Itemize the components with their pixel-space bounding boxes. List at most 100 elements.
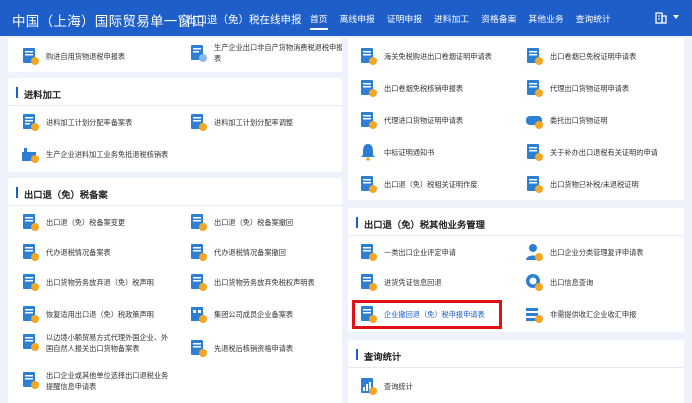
doc-return-icon: [191, 45, 207, 62]
service-label: 代理出口货物证明申请表: [550, 83, 630, 93]
service-label: 先退税后核销资格申请表: [214, 343, 294, 353]
service-item[interactable]: 以边境小额贸易方式代理外国企业、外 国自然人报关出口货物备案表: [20, 332, 168, 354]
doc-edit-icon: [23, 214, 39, 231]
service-label: 生产企业进料加工业务免抵退税核销表: [46, 149, 169, 159]
service-label: 代办退税情况备案撤回: [214, 247, 286, 257]
service-label: 进货凭证信息回退: [384, 277, 442, 287]
nav-processing[interactable]: 进料加工: [434, 0, 469, 36]
doc-cigarette-icon: [361, 48, 377, 65]
nav-other[interactable]: 其他业务: [528, 0, 563, 36]
search-icon: [526, 274, 543, 291]
service-item[interactable]: 查询统计: [358, 376, 413, 396]
service-item[interactable]: 中标证明通知书: [358, 142, 434, 162]
service-label: 出口卷烟已免税证明申请表: [550, 51, 637, 61]
service-label: 出口信息查询: [550, 277, 594, 287]
factory-icon: [22, 148, 39, 163]
nav-query[interactable]: 查询统计: [576, 0, 611, 36]
top-bar: 中国（上海）国际贸易单一窗口 出口退（免）税在线申报 首页 离线申报 证明申报 …: [0, 0, 692, 36]
service-item[interactable]: 集团公司成员企业备案表: [188, 304, 293, 324]
service-label: 代办退税情况备案表: [46, 247, 111, 257]
service-label: 出口卷烟免税核销申报表: [384, 83, 464, 93]
service-item[interactable]: 购进自用货物退税申报表: [20, 46, 125, 66]
doc-adjust-icon: [191, 114, 207, 131]
service-item[interactable]: 一类出口企业评定申请: [358, 242, 456, 262]
service-item[interactable]: 代办退税情况备案表: [20, 242, 111, 262]
service-label: 恢复适用出口退（免）税政策声明: [46, 309, 154, 319]
service-label: 生产企业出口非自产货物消费税退税申报表: [214, 43, 342, 63]
service-item[interactable]: 先退税后核销资格申请表: [188, 338, 293, 358]
doc-rollback-icon: [361, 274, 377, 291]
building-icon: [655, 12, 667, 24]
service-item[interactable]: 海关免税购进出口卷烟证明申请表: [358, 46, 492, 66]
doc-border-trade-icon: [23, 334, 39, 351]
section-title: 进料加工: [8, 78, 342, 106]
service-item[interactable]: 出口货物劳务放弃退（免）税声明: [20, 272, 154, 292]
service-item[interactable]: 进料加工计划分配率调整: [188, 112, 293, 132]
filing-panel: 出口退（免）税备案 出口退（免）税备案变更 出口退（免）税备案撤回 代办退税情况…: [8, 178, 342, 403]
service-label: 委托出口货物证明: [550, 115, 608, 125]
left-top-panel: 购进自用货物退税申报表 生产企业出口非自产货物消费税退税申报表: [8, 38, 342, 72]
service-item[interactable]: 出口货物已补税/未退税证明: [524, 174, 639, 194]
service-label: 出口退（免）税备案撤回: [214, 217, 294, 227]
service-label: 出口货物已补税/未退税证明: [550, 179, 639, 189]
doc-void-icon: [361, 176, 377, 193]
service-label: 进料加工计划分配率备案表: [46, 117, 133, 127]
site-logo[interactable]: 中国（上海）国际贸易单一窗口: [12, 10, 205, 30]
service-label: 查询统计: [384, 381, 413, 391]
service-item[interactable]: 出口信息查询: [524, 272, 593, 292]
service-item[interactable]: 生产企业进料加工业务免抵退税核销表: [20, 144, 168, 164]
service-item[interactable]: 委托出口货物证明: [524, 110, 608, 130]
service-label: 出口货物劳务放弃退（免）税声明: [46, 277, 154, 287]
nav-home[interactable]: 首页: [310, 0, 328, 36]
service-label: 集团公司成员企业备案表: [214, 309, 294, 319]
nav-certificate[interactable]: 证明申报: [387, 0, 422, 36]
chevron-down-icon: [673, 15, 679, 19]
service-label: 非需提供收汇企业收汇申报: [550, 309, 637, 319]
doc-agent-export-icon: [527, 80, 543, 97]
processing-panel: 进料加工 进料加工计划分配率备案表 进料加工计划分配率调整 生产企业进料加工业务…: [8, 78, 342, 172]
doc-waive-exempt-icon: [191, 274, 207, 291]
doc-restore-icon: [23, 306, 39, 323]
nav-offline[interactable]: 离线申报: [340, 0, 375, 36]
service-item[interactable]: 恢复适用出口退（免）税政策声明: [20, 304, 154, 324]
service-item[interactable]: 出口企业或其他单位选择出口退税业务 提醒信息申请表: [20, 370, 168, 392]
service-item[interactable]: 出口退（免）税相关证明作废: [358, 174, 477, 194]
service-label: 关于补办出口退税有关证明的申请: [550, 147, 658, 157]
nav-qualification[interactable]: 资格备案: [481, 0, 516, 36]
service-label: 代理进口货物证明申请表: [384, 115, 464, 125]
service-label: 出口企业分类管理复评申请表: [550, 247, 644, 257]
service-item[interactable]: 进货凭证信息回退: [358, 272, 442, 292]
doc-list-icon: [23, 114, 39, 131]
service-label: 海关免税购进出口卷烟证明申请表: [384, 51, 492, 61]
service-item[interactable]: 生产企业出口非自产货物消费税退税申报表: [188, 42, 342, 64]
user-menu[interactable]: [654, 10, 680, 24]
service-item[interactable]: 关于补办出口退税有关证明的申请: [524, 142, 658, 162]
service-item[interactable]: 出口卷烟已免税证明申请表: [524, 46, 636, 66]
right-top-panel: 海关免税购进出口卷烟证明申请表 出口卷烟已免税证明申请表 出口卷烟免税核销申报表…: [348, 38, 684, 200]
service-label: 出口退（免）税备案变更: [46, 217, 126, 227]
service-label: 出口退（免）税相关证明作废: [384, 179, 478, 189]
section-title: 出口退（免）税备案: [8, 178, 342, 206]
service-item[interactable]: 出口货物劳务放弃免税权声明表: [188, 272, 315, 292]
main-nav: 首页 离线申报 证明申报 进料加工 资格备案 其他业务 查询统计: [310, 0, 623, 36]
service-item[interactable]: 代理出口货物证明申请表: [524, 78, 629, 98]
section-title: 出口退（免）税其他业务管理: [348, 208, 684, 236]
doc-cart-icon: [23, 48, 39, 65]
service-item[interactable]: 出口卷烟免税核销申报表: [358, 78, 463, 98]
stack-icon: [526, 308, 543, 323]
service-item[interactable]: 非需提供收汇企业收汇申报: [524, 304, 636, 324]
service-label: 中标证明通知书: [384, 147, 435, 157]
service-item[interactable]: 出口退（免）税备案变更: [20, 212, 125, 232]
person-review-icon: [526, 244, 543, 261]
doc-reminder-icon: [23, 372, 39, 389]
bell-icon: [361, 144, 375, 161]
service-item[interactable]: 代理进口货物证明申请表: [358, 110, 463, 130]
group-company-icon: [191, 307, 207, 323]
doc-prerefund-icon: [191, 340, 207, 357]
doc-withdraw-icon: [191, 214, 207, 231]
service-item[interactable]: 进料加工计划分配率备案表: [20, 112, 132, 132]
service-label: 以边境小额贸易方式代理外国企业、外 国自然人报关出口货物备案表: [46, 333, 169, 353]
service-item[interactable]: 出口退（免）税备案撤回: [188, 212, 293, 232]
service-item[interactable]: 出口企业分类管理复评申请表: [524, 242, 643, 262]
service-item[interactable]: 代办退税情况备案撤回: [188, 242, 286, 262]
